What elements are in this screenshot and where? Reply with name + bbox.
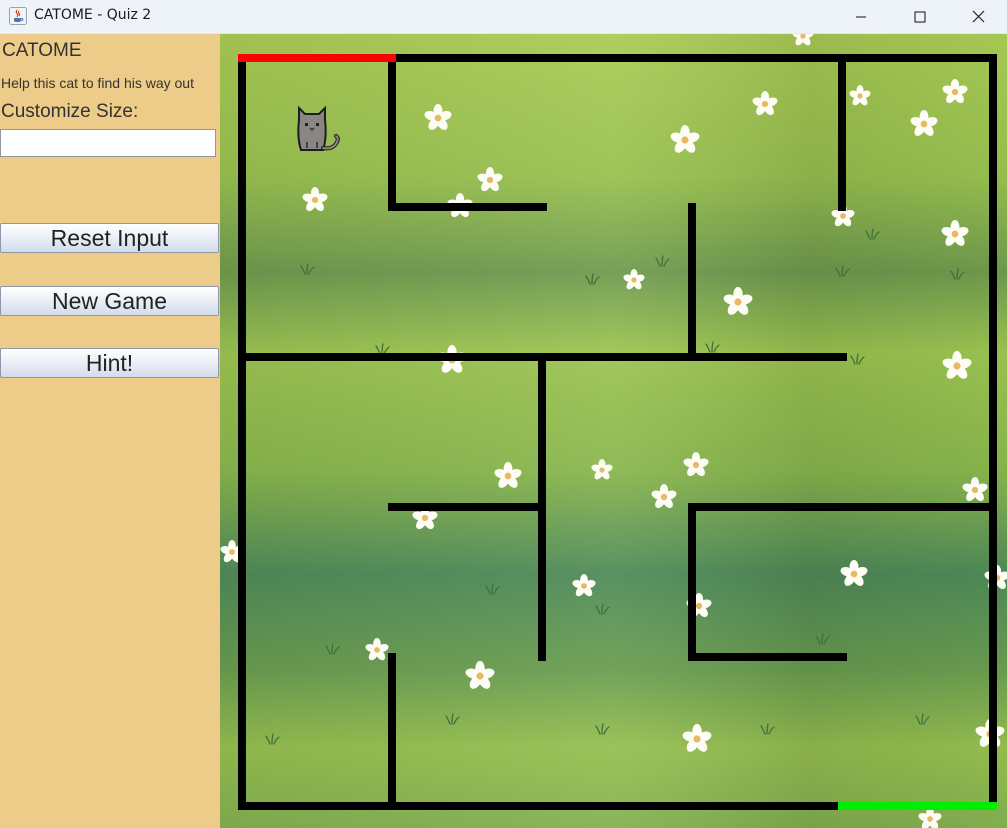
maximize-button[interactable] <box>891 0 949 33</box>
wall-segment <box>688 653 847 661</box>
wall-segment <box>688 503 696 661</box>
wall-segment <box>688 503 997 511</box>
wall-segment <box>838 54 846 211</box>
wall-segment <box>388 203 547 211</box>
maze-entrance <box>238 54 396 62</box>
wall-right <box>989 54 997 810</box>
wall-segment <box>688 203 696 360</box>
maze-canvas <box>220 34 1007 828</box>
minimize-button[interactable] <box>832 0 890 33</box>
size-label: Customize Size: <box>1 101 139 122</box>
wall-left <box>238 54 246 810</box>
title-bar: CATOME - Quiz 2 <box>0 0 1007 34</box>
java-app-icon <box>9 7 27 25</box>
maze-board[interactable] <box>220 34 1007 828</box>
wall-segment <box>388 503 546 511</box>
maze-exit <box>838 802 997 810</box>
maximize-icon <box>914 10 926 23</box>
hint-button[interactable]: Hint! <box>0 348 219 378</box>
window-title: CATOME - Quiz 2 <box>34 7 152 23</box>
new-game-button[interactable]: New Game <box>0 286 219 316</box>
minimize-icon <box>856 15 866 18</box>
wall-segment <box>388 653 396 810</box>
reset-input-button[interactable]: Reset Input <box>0 223 219 253</box>
instructions-text: Help this cat to find his way out <box>1 75 194 91</box>
control-panel: CATOME Help this cat to find his way out… <box>0 34 220 828</box>
close-icon <box>972 10 984 23</box>
close-button[interactable] <box>949 0 1007 33</box>
app-title: CATOME <box>2 40 82 61</box>
wall-segment <box>388 54 396 211</box>
size-input[interactable] <box>0 129 216 157</box>
